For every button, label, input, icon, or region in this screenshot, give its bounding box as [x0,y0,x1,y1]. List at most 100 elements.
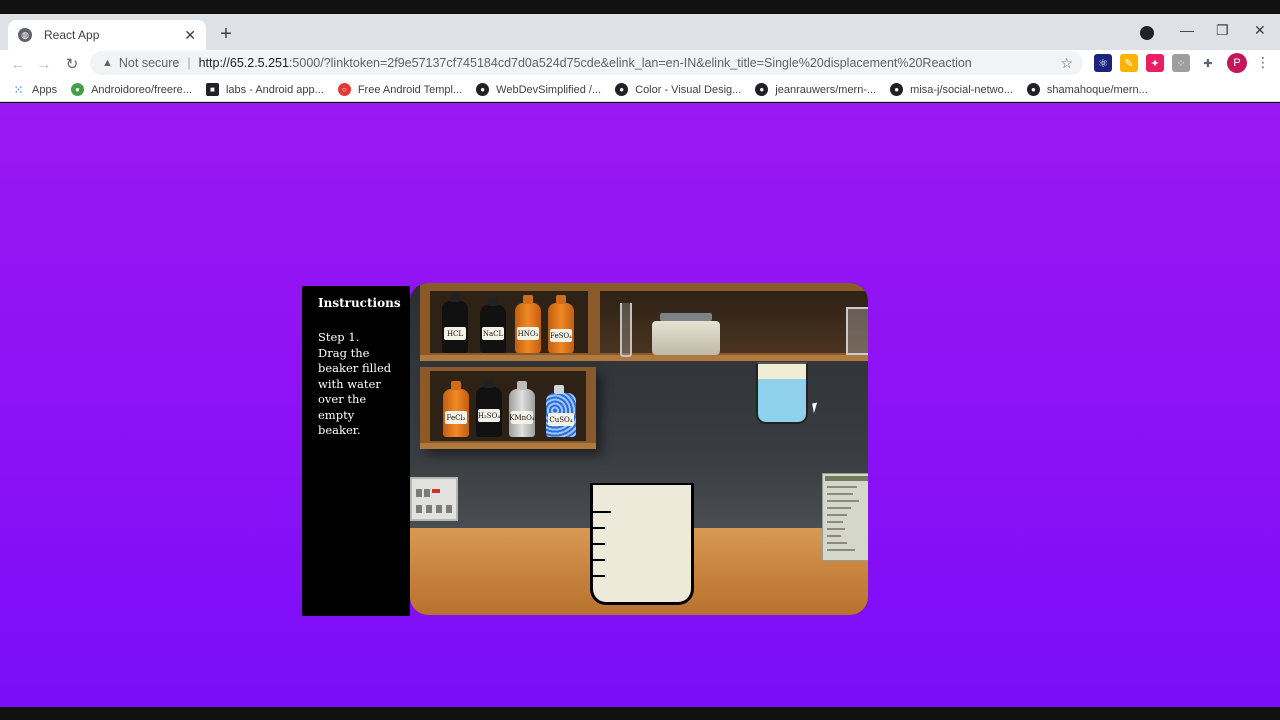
url-host: http://65.2.5.251 [198,56,289,70]
forward-icon[interactable]: → [34,54,54,74]
glass-beaker[interactable] [846,307,868,355]
switch-panel [410,477,458,521]
bottle-neck [484,379,494,388]
weighing-scale[interactable] [652,313,720,355]
extension-pen-icon[interactable]: ✎ [1120,54,1138,72]
bottle-hno3[interactable]: HNO₃ [515,295,541,353]
bookmarks-bar: ⁙ Apps ● Androidoreo/freere... ■ labs - And… [0,78,1280,102]
chart-line [827,507,851,509]
bookmark-misa-j[interactable]: ● misa-j/social-netwo... [890,83,1013,96]
bottle-neck [554,385,564,394]
bookmark-apps[interactable]: ⁙ Apps [12,83,57,97]
beaker-tick [593,543,605,545]
extension-pink-icon[interactable]: ✦ [1146,54,1164,72]
bottle-label: FeSO₄ [550,329,572,342]
tab-close-icon[interactable]: ✕ [184,27,196,44]
github-icon: ● [1026,83,1040,96]
bottle-label: HCL [444,327,466,340]
bottle-neck [450,293,460,302]
bottle-label: FeCl₃ [445,411,467,424]
bottle-neck [523,295,533,304]
bottle-hcl[interactable]: HCL [442,293,468,353]
chart-line [827,542,847,544]
bottle-neck [488,297,498,306]
page-viewport: Instructions Step 1. Drag the beaker fil… [0,103,1280,707]
scale-body [652,321,720,355]
switch [436,505,442,513]
template-icon: ○ [337,83,351,96]
chart-line [827,535,841,537]
restore-button[interactable]: ❐ [1216,22,1229,39]
bookmark-shamahoque[interactable]: ● shamahoque/mern... [1026,83,1148,96]
address-bar[interactable]: ▲ Not secure | http://65.2.5.251 :5000/?… [90,51,1083,75]
reactivity-chart [822,473,868,561]
browser-tab[interactable]: ◍ React App ✕ [8,20,206,50]
switch [416,489,422,497]
bottle-nacl[interactable]: NaCL [480,297,506,353]
switch [426,505,432,513]
shelf-compartment [600,291,868,353]
extension-gray-icon[interactable]: ⁘ [1172,54,1190,72]
github-icon: ● [755,83,769,96]
switch [416,505,422,513]
back-icon[interactable]: ← [8,54,28,74]
instructions-heading: Instructions [318,296,401,310]
chart-line [827,493,853,495]
labs-icon: ■ [205,83,219,96]
security-label: Not secure [118,56,180,70]
profile-avatar[interactable]: P [1227,53,1247,73]
react-devtools-icon[interactable]: ⚛ [1094,54,1112,72]
beaker-tick [593,575,605,577]
chart-line [827,521,843,523]
github-icon: ● [890,83,904,96]
minimize-button[interactable]: — [1180,22,1194,38]
water-filled-beaker[interactable] [756,362,808,424]
bottle-h2so4[interactable]: H₂SO₄ [476,379,502,437]
reload-icon[interactable]: ↻ [62,54,82,74]
beaker-tick [593,511,611,513]
close-window-button[interactable]: ✕ [1254,22,1266,39]
tab-search-icon[interactable] [1140,26,1154,40]
bookmark-free-android-templ[interactable]: ○ Free Android Templ... [337,83,462,96]
new-tab-button[interactable]: + [214,22,238,46]
bottle-fecl3[interactable]: FeCl₃ [443,381,469,437]
switch [446,505,452,513]
warning-icon: ▲ [102,57,113,69]
indicator-light [432,489,440,493]
bookmark-star-icon[interactable]: ☆ [1060,55,1073,72]
os-bottom-bar [0,707,1280,720]
os-top-bar [0,0,1280,14]
instructions-text: Drag the beaker filled with water over t… [318,345,392,438]
browser-tabstrip: ◍ React App ✕ + — ❐ ✕ [0,14,1280,50]
bookmark-color-visual[interactable]: ● Color - Visual Desig... [615,83,741,96]
measuring-cylinder[interactable] [620,303,632,357]
github-icon: ● [476,83,490,96]
bottle-label: KMnO₄ [509,411,535,424]
beaker-tick [593,559,605,561]
empty-beaker[interactable] [590,483,694,605]
bookmark-androidoreo[interactable]: ● Androidoreo/freere... [71,83,192,96]
tab-title: React App [44,28,100,42]
bookmark-labs[interactable]: ■ labs - Android app... [205,83,324,96]
bookmark-jeanrauwers[interactable]: ● jeanrauwers/mern-... [755,83,876,96]
android-icon: ● [71,83,85,96]
extensions-puzzle-icon[interactable]: ✚ [1199,54,1217,72]
bottle-neck [517,381,527,390]
bottle-label: NaCL [482,327,504,340]
url-path: :5000/?linktoken=2f9e57137cf745184cd7d0a… [288,56,972,70]
divider: | [187,56,191,70]
beaker-tick [593,527,605,529]
bottle-feso4[interactable]: FeSO₄ [548,295,574,353]
bookmark-webdevsimplified[interactable]: ● WebDevSimplified /... [476,83,601,96]
scale-plate [660,313,712,321]
bottle-neck [556,295,566,304]
bottle-kmno4[interactable]: KMnO₄ [509,381,535,437]
chart-line [827,486,857,488]
bottle-cuso4[interactable]: CuSO₄ [546,385,576,437]
switch [424,489,430,497]
bottle-label: H₂SO₄ [478,409,500,422]
bottle-label: HNO₃ [517,327,539,340]
instructions-panel: Instructions Step 1. Drag the beaker fil… [302,286,410,616]
browser-menu-icon[interactable]: ⋮ [1256,54,1270,71]
chart-line [827,528,845,530]
